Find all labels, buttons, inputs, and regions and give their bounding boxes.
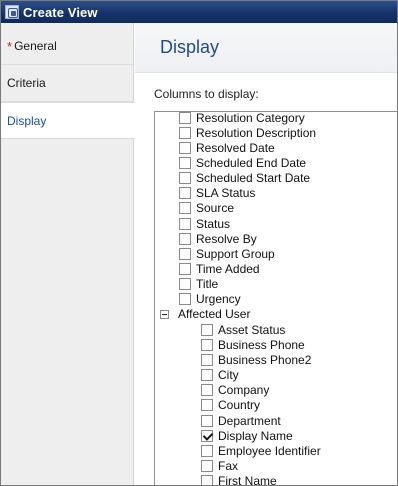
column-option-label: Country — [218, 398, 261, 413]
checkbox-checked[interactable] — [201, 429, 213, 442]
columns-tree[interactable]: Resolution Category Resolution Descriptio… — [154, 111, 397, 486]
page-title: Display — [160, 37, 220, 57]
column-option-label: Urgency — [196, 292, 241, 307]
column-option[interactable]: Resolution Description — [179, 125, 316, 140]
checkbox[interactable] — [179, 156, 191, 169]
column-option[interactable]: First Name — [201, 474, 277, 486]
collapse-icon[interactable] — [160, 309, 169, 319]
column-option[interactable]: SLA Status — [179, 186, 255, 201]
checkbox[interactable] — [179, 126, 191, 139]
checkbox[interactable] — [179, 247, 191, 260]
checkbox[interactable] — [179, 217, 191, 230]
nav-item-criteria[interactable]: Criteria — [1, 65, 134, 102]
column-option[interactable]: Display Name — [201, 428, 293, 443]
column-option-label: Department — [218, 413, 281, 428]
checkbox[interactable] — [201, 384, 213, 397]
column-option-label: SLA Status — [196, 186, 256, 201]
window-app-icon — [5, 5, 19, 19]
checkbox[interactable] — [201, 459, 213, 472]
checkbox[interactable] — [201, 353, 213, 366]
column-option-label: Display Name — [218, 428, 293, 443]
column-option[interactable]: Status — [179, 216, 230, 231]
column-option-label: City — [218, 368, 239, 383]
column-option-label: Time Added — [196, 262, 260, 276]
column-option[interactable]: Fax — [201, 458, 238, 473]
checkbox[interactable] — [201, 444, 213, 457]
checkbox[interactable] — [179, 187, 191, 200]
column-option[interactable]: Resolved Date — [179, 140, 275, 155]
checkbox[interactable] — [179, 141, 191, 154]
checkbox[interactable] — [201, 414, 213, 427]
column-option[interactable]: Company — [201, 383, 269, 398]
checkbox[interactable] — [201, 323, 213, 336]
column-option[interactable]: Scheduled Start Date — [179, 171, 310, 186]
checkbox[interactable] — [201, 369, 213, 382]
checkbox[interactable] — [179, 202, 191, 215]
column-option[interactable]: Business Phone — [201, 337, 305, 352]
column-option[interactable]: Asset Status — [201, 322, 285, 337]
nav-item-label: Criteria — [7, 76, 46, 90]
column-option-label: Source — [196, 201, 235, 216]
tree-group-label: Affected User — [178, 307, 251, 322]
column-option-label: Fax — [218, 458, 239, 473]
column-option[interactable]: City — [201, 368, 239, 383]
column-option-label: Asset Status — [218, 322, 286, 337]
nav-item-label: General — [14, 39, 57, 53]
column-option[interactable]: Employee Identifier — [201, 443, 321, 458]
create-view-window: Create View * General Criteria Display D… — [0, 0, 398, 486]
window-title: Create View — [23, 4, 98, 20]
columns-label: Columns to display: — [154, 87, 259, 101]
wizard-navigation: * General Criteria Display — [1, 23, 135, 485]
column-option-label: Employee Identifier — [218, 443, 321, 458]
column-option-label: Scheduled End Date — [196, 155, 307, 170]
column-option[interactable]: Scheduled End Date — [179, 155, 306, 170]
nav-item-general[interactable]: * General — [1, 28, 134, 65]
checkbox[interactable] — [179, 278, 191, 291]
column-option-label: Resolved Date — [196, 140, 275, 155]
nav-item-display[interactable]: Display — [1, 102, 135, 139]
checkbox[interactable] — [179, 232, 191, 245]
column-option-label: Support Group — [196, 246, 275, 261]
column-option-label: Status — [196, 216, 231, 231]
column-option[interactable]: Time Added — [179, 262, 260, 277]
column-option-label: Resolution Description — [196, 125, 317, 140]
column-option-label: Business Phone2 — [218, 352, 312, 367]
column-option[interactable]: Country — [201, 398, 260, 413]
column-option[interactable]: Support Group — [179, 246, 275, 261]
nav-item-label: Display — [7, 113, 47, 128]
checkbox[interactable] — [201, 338, 213, 351]
column-option-label: Business Phone — [218, 337, 305, 352]
column-option[interactable]: Urgency — [179, 292, 241, 307]
column-option[interactable]: Resolve By — [179, 231, 257, 246]
display-page: Display Columns to display: Resolution C… — [135, 23, 397, 485]
checkbox[interactable] — [201, 475, 213, 485]
tree-group-affected-user[interactable]: Affected User — [160, 307, 250, 322]
column-option-label: First Name — [218, 474, 277, 486]
required-marker: * — [7, 38, 13, 54]
column-option-label: Resolve By — [196, 231, 257, 246]
column-option-label: Resolution Category — [196, 111, 305, 125]
checkbox[interactable] — [201, 399, 213, 412]
title-bar: Create View — [1, 1, 397, 23]
column-option-label: Scheduled Start Date — [196, 171, 311, 186]
column-option[interactable]: Title — [179, 277, 218, 292]
column-option[interactable]: Business Phone2 — [201, 352, 311, 367]
checkbox[interactable] — [179, 112, 191, 124]
column-option-label: Company — [218, 383, 270, 398]
checkbox[interactable] — [179, 172, 191, 185]
column-option[interactable]: Source — [179, 201, 234, 216]
column-option-label: Title — [196, 277, 219, 292]
column-option[interactable]: Resolution Category — [179, 111, 305, 125]
checkbox[interactable] — [179, 293, 191, 306]
column-option[interactable]: Department — [201, 413, 281, 428]
page-header: Display — [135, 23, 397, 73]
checkbox[interactable] — [179, 263, 191, 275]
